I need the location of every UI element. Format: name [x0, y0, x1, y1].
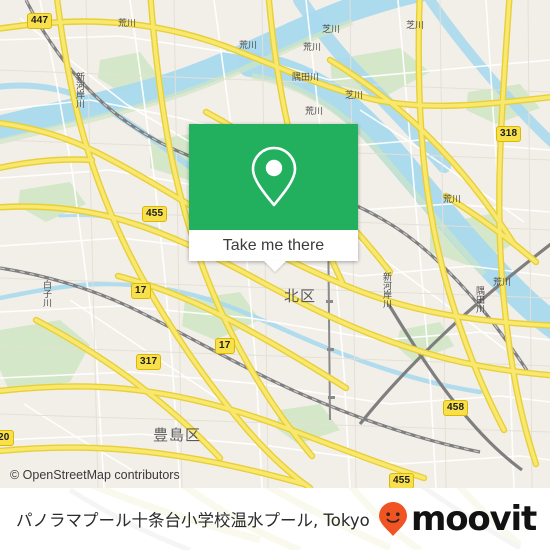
card-pointer-triangle — [264, 261, 286, 272]
ward-label: 豊島区 — [153, 426, 202, 444]
place-title: パノラマプール十条台小学校温水プール, Tokyo — [16, 511, 370, 530]
road-shield: 17 — [131, 283, 151, 299]
road-shield: 17 — [215, 338, 235, 354]
river-label: 荒川 — [303, 43, 322, 53]
moovit-map-screenshot: 447 318 455 17 17 317 20 458 455 北区 豊島区 荒川 荒川 荒川 芝川芝… — [0, 0, 550, 550]
map-pin-icon — [251, 146, 296, 207]
road-shield: 317 — [136, 354, 162, 370]
page-footer: パノラマプール十条台小学校温水プール, Tokyo moovit — [0, 488, 550, 550]
road-shield: 455 — [142, 206, 168, 222]
river-label: 新河岸川 — [381, 272, 391, 308]
ward-label: 北区 — [284, 287, 317, 305]
river-label: 芝川 — [406, 21, 425, 31]
river-label: 隅田川 — [474, 286, 484, 313]
river-label: 隅田川 — [292, 73, 320, 83]
river-label: 荒川 — [118, 19, 137, 29]
road-shield: 447 — [27, 13, 53, 29]
river-label: 新河岸川 — [74, 72, 84, 108]
river-label: 荒川 — [239, 41, 258, 51]
river-label: 荒川 — [443, 195, 462, 205]
take-me-there-button[interactable]: Take me there — [189, 230, 358, 261]
river-label: 荒川 — [493, 278, 512, 288]
river-label: 荒川 — [305, 107, 324, 117]
moovit-wordmark: moovit — [410, 499, 537, 539]
osm-attribution[interactable]: © OpenStreetMap contributors — [10, 468, 180, 482]
place-info-card[interactable]: Take me there — [189, 124, 358, 261]
road-shield: 318 — [496, 126, 522, 142]
take-me-there-label: Take me there — [222, 236, 325, 254]
road-shield: 458 — [443, 400, 469, 416]
moovit-logo[interactable]: moovit — [378, 499, 537, 539]
moovit-smiley-pin-icon — [378, 502, 407, 536]
river-label: 芝川 — [345, 91, 364, 101]
river-label: 芝川 — [322, 25, 341, 35]
road-shield: 455 — [389, 473, 415, 488]
river-label: 白子川 — [41, 280, 51, 307]
road-shield: 20 — [0, 430, 14, 446]
card-header — [189, 124, 358, 230]
